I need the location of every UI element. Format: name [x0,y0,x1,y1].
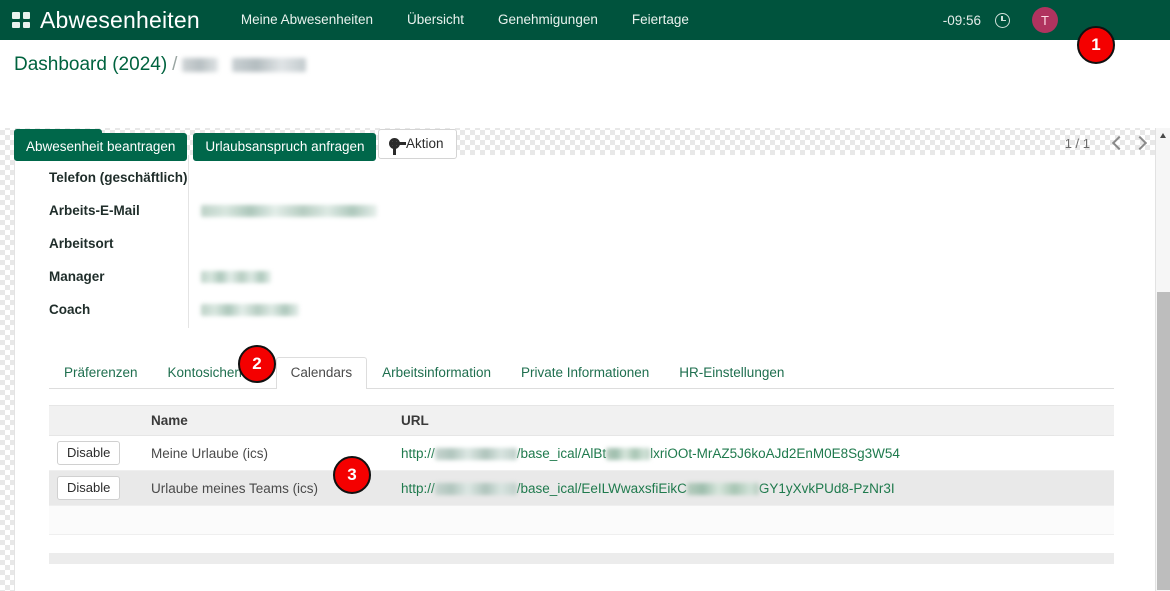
disable-button[interactable]: Disable [57,441,121,465]
field-value-telefon[interactable] [187,163,1125,196]
calendars-table: Name URL Disable Meine Urlaube (ics) htt… [49,405,1114,535]
url-host-redacted [434,482,517,495]
field-label-manager: Manager [49,269,105,284]
breadcrumb-root[interactable]: Dashboard (2024) [14,54,167,76]
annotation-badge-1: 1 [1077,26,1115,64]
field-row-coach: Coach [15,295,1125,328]
main-nav-links: Meine Abwesenheiten Übersicht Genehmigun… [224,0,706,40]
request-absence-button[interactable]: Abwesenheit beantragen [14,133,188,161]
field-row-manager: Manager [15,262,1125,295]
disable-button[interactable]: Disable [57,476,121,500]
apps-grid-cell [22,12,30,19]
url-path: /base_ical/AlBt [516,445,607,461]
navbar-right-cluster: -09:56 T [943,7,1170,33]
column-header-action [49,405,139,436]
manager-value-redacted [200,271,271,283]
field-row-telefon: Telefon (geschäftlich) [15,163,1125,196]
row-url-cell[interactable]: http:// /base_ical/EeILWwaxsfiEikC GY1yXvk… [389,470,1114,506]
avatar[interactable]: T [1032,7,1058,33]
annotation-badge-2: 2 [238,345,276,383]
username-redacted[interactable] [1066,14,1158,27]
field-value-coach[interactable] [187,295,1125,328]
row-url-cell[interactable]: http:// /base_ical/AlBt lxriOOt-MrAZ5J6koA… [389,435,1114,471]
coach-value-redacted [200,304,299,316]
column-header-url: URL [389,405,1114,436]
empty-cell [389,505,1114,535]
record-form-sheet: (Privat) Telefon (geschäftlich) Arbeits-… [14,155,1159,591]
sheet-footer-bar [49,553,1114,564]
table-row[interactable]: Disable Meine Urlaube (ics) http:///base… [49,435,1114,471]
record-action-buttons: Abwesenheit beantragen Urlaubsanspruch a… [0,133,1170,161]
breadcrumb-separator: / [172,54,178,75]
nav-item-meine-abwesenheiten[interactable]: Meine Abwesenheiten [224,0,390,40]
tab-arbeitsinformation[interactable]: Arbeitsinformation [367,357,506,389]
table-header-row: Name URL [49,405,1114,436]
field-value-manager[interactable] [187,262,1125,295]
apps-grid-icon[interactable] [12,12,30,28]
field-label-arbeitsort: Arbeitsort [49,236,114,251]
field-label-telefon: Telefon (geschäftlich) [49,170,188,185]
field-label-coach: Coach [49,302,91,317]
nav-item-genehmigungen[interactable]: Genehmigungen [481,0,615,40]
field-label-email: Arbeits-E-Mail [49,203,140,218]
empty-cell [49,505,139,535]
vertical-scrollbar[interactable] [1155,128,1170,591]
email-value-redacted [200,205,377,217]
request-allocation-button[interactable]: Urlaubsanspruch anfragen [193,133,377,161]
app-window: Abwesenheiten Meine Abwesenheiten Übersi… [0,0,1170,591]
annotation-badge-3: 3 [333,456,371,494]
row-action-cell: Disable [49,470,139,506]
app-brand-title: Abwesenheiten [40,6,200,33]
url-prefix: http:// [401,480,435,496]
column-header-name: Name [139,405,389,436]
table-row-empty [49,505,1114,535]
url-prefix: http:// [401,445,435,461]
tab-calendars[interactable]: Calendars [275,357,368,389]
timer-countdown: -09:56 [942,12,981,28]
url-suffix: GY1yXvkPUd8-PzNr3I [758,480,895,496]
control-panel: Dashboard (2024) / Ändern Aktion 1 / 1 [0,40,1170,159]
field-value-arbeitsort[interactable] [187,229,1125,262]
url-suffix: lxriOOt-MrAZ5J6koAJd2EnM0E8Sg3W54 [650,445,900,461]
apps-grid-cell [12,12,20,19]
notebook-tabs: Präferenzen Kontosicherheit Calendars Ar… [49,356,1114,389]
breadcrumb-current-redacted-part2 [232,58,307,72]
url-path: /base_ical/EeILWwaxsfiEikC [516,480,687,496]
url-token-redacted [606,447,651,460]
clock-icon[interactable] [995,12,1010,28]
field-value-email[interactable] [187,196,1125,229]
scroll-up-arrow-icon[interactable] [1156,128,1170,142]
tab-hr-einstellungen[interactable]: HR-Einstellungen [664,357,799,389]
apps-grid-cell [22,21,30,28]
top-navbar: Abwesenheiten Meine Abwesenheiten Übersi… [0,0,1170,40]
url-host-redacted [434,447,517,460]
breadcrumb-current-redacted-part1 [182,58,219,72]
empty-cell [139,505,389,535]
calendars-table-body: Disable Meine Urlaube (ics) http:///base… [49,435,1114,535]
scrollbar-thumb[interactable] [1157,292,1170,590]
tab-private-informationen[interactable]: Private Informationen [506,357,664,389]
url-token-redacted [686,482,759,495]
employee-fields-table: (Privat) Telefon (geschäftlich) Arbeits-… [15,155,1125,328]
field-row-email: Arbeits-E-Mail [15,196,1125,229]
nav-item-feiertage[interactable]: Feiertage [615,0,706,40]
tab-praeferenzen[interactable]: Präferenzen [49,357,153,389]
table-row[interactable]: Disable Urlaube meines Teams (ics) http:… [49,470,1114,506]
apps-grid-cell [12,21,20,28]
breadcrumb: Dashboard (2024) / [14,54,307,76]
field-row-arbeitsort: Arbeitsort [15,229,1125,262]
nav-item-uebersicht[interactable]: Übersicht [390,0,481,40]
row-action-cell: Disable [49,435,139,471]
calendars-table-head: Name URL [49,405,1114,436]
